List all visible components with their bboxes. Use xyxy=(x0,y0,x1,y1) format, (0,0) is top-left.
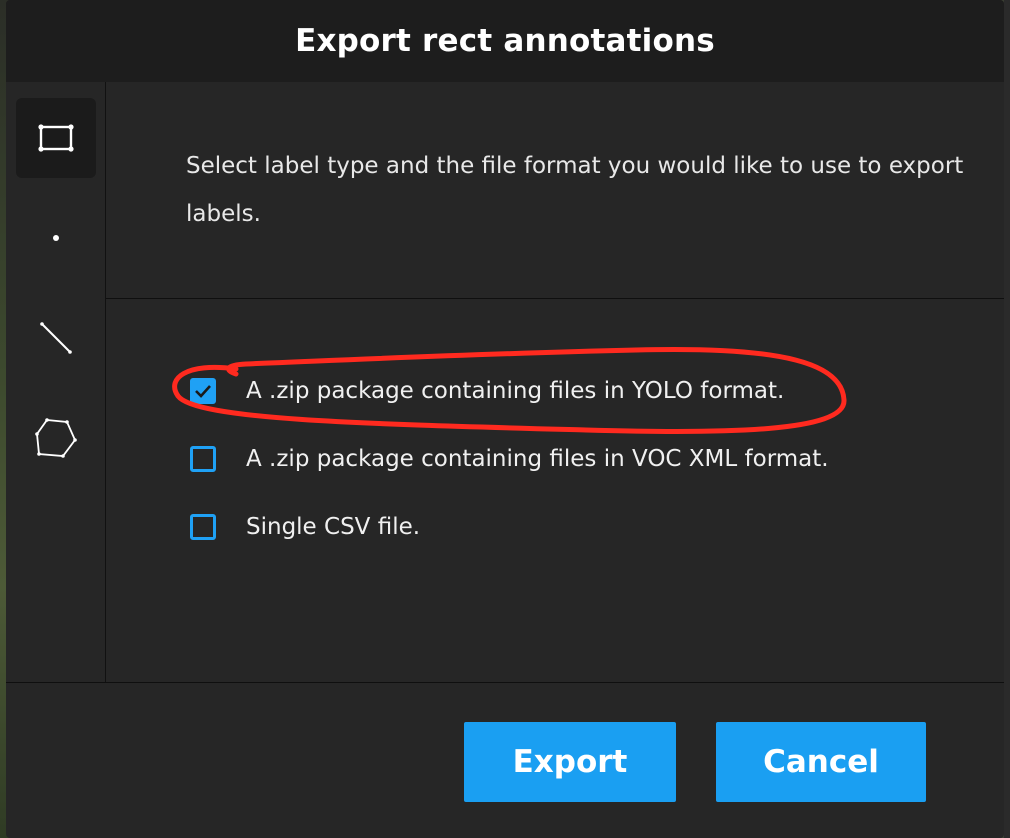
option-label-yolo: A .zip package containing files in YOLO … xyxy=(246,378,785,404)
cancel-button[interactable]: Cancel xyxy=(716,722,926,802)
point-icon xyxy=(53,235,59,241)
description-text: Select label type and the file format yo… xyxy=(186,153,964,227)
option-csv[interactable]: Single CSV file. xyxy=(190,514,420,540)
section-divider xyxy=(106,298,1004,299)
export-dialog: Export rect annotations Select label typ… xyxy=(6,0,1004,838)
checkbox-csv[interactable] xyxy=(190,514,216,540)
dialog-title: Export rect annotations xyxy=(295,23,715,59)
dialog-header: Export rect annotations xyxy=(6,0,1004,82)
option-voc[interactable]: A .zip package containing files in VOC X… xyxy=(190,446,829,472)
tool-line[interactable] xyxy=(16,298,96,378)
export-options-panel: Select label type and the file format yo… xyxy=(106,82,1004,682)
tool-polygon[interactable] xyxy=(16,398,96,478)
label-type-sidebar xyxy=(6,82,106,682)
rectangle-icon xyxy=(38,124,74,152)
tool-point[interactable] xyxy=(16,198,96,278)
tool-rect[interactable] xyxy=(16,98,96,178)
export-button[interactable]: Export xyxy=(464,722,676,802)
option-label-voc: A .zip package containing files in VOC X… xyxy=(246,446,829,472)
checkbox-voc[interactable] xyxy=(190,446,216,472)
checkbox-yolo[interactable] xyxy=(190,378,216,404)
background-edge-right xyxy=(1004,0,1010,838)
option-label-csv: Single CSV file. xyxy=(246,514,421,540)
option-yolo[interactable]: A .zip package containing files in YOLO … xyxy=(190,378,784,404)
line-icon xyxy=(40,322,72,354)
footer-divider xyxy=(6,682,1004,683)
polygon-icon xyxy=(35,418,77,458)
checkmark-icon xyxy=(195,385,211,398)
